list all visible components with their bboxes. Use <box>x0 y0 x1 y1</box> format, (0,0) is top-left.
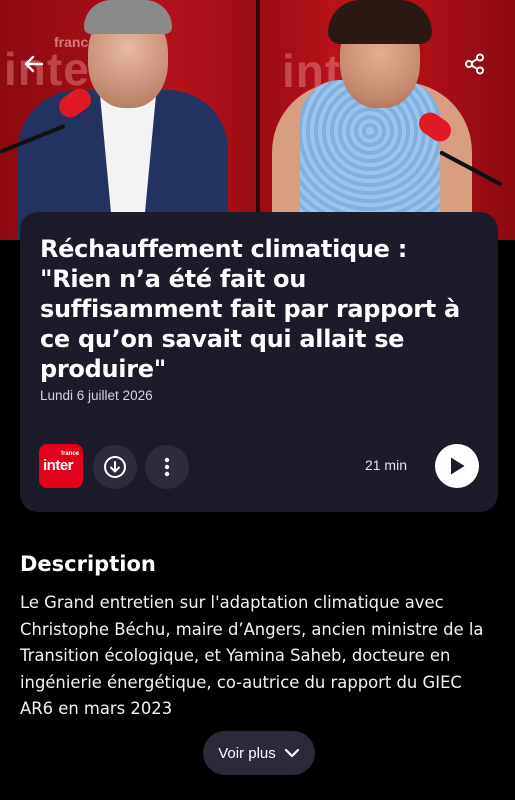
episode-duration: 21 min <box>364 457 407 473</box>
description-text: Le Grand entretien sur l'adaptation clim… <box>20 593 484 718</box>
play-icon <box>451 457 465 475</box>
image-divider <box>256 0 260 240</box>
episode-card: Réchauffement climatique : "Rien n’a été… <box>20 212 498 512</box>
play-button[interactable] <box>435 444 479 488</box>
show-more-button[interactable]: Voir plus <box>203 731 315 775</box>
download-button[interactable] <box>93 445 137 489</box>
more-vertical-icon <box>164 457 170 477</box>
share-button[interactable] <box>457 46 493 82</box>
guest-right-hair <box>328 0 432 44</box>
share-icon <box>465 53 484 75</box>
arrow-left-icon <box>24 55 44 73</box>
back-button[interactable] <box>16 46 52 82</box>
chevron-down-icon <box>284 748 299 758</box>
episode-controls: france inter 21 min <box>39 444 479 490</box>
episode-title: Réchauffement climatique : "Rien n’a été… <box>40 235 460 383</box>
more-options-button[interactable] <box>145 445 189 489</box>
description-heading: Description <box>20 552 156 576</box>
station-logo-main: inter <box>43 457 74 474</box>
guest-left-hair <box>84 0 172 34</box>
episode-date: Lundi 6 juillet 2026 <box>40 388 153 403</box>
show-more-label: Voir plus <box>218 744 276 762</box>
episode-cover-image: france inter inter <box>0 0 515 240</box>
station-logo[interactable]: france inter <box>39 444 83 488</box>
download-icon <box>104 456 126 478</box>
